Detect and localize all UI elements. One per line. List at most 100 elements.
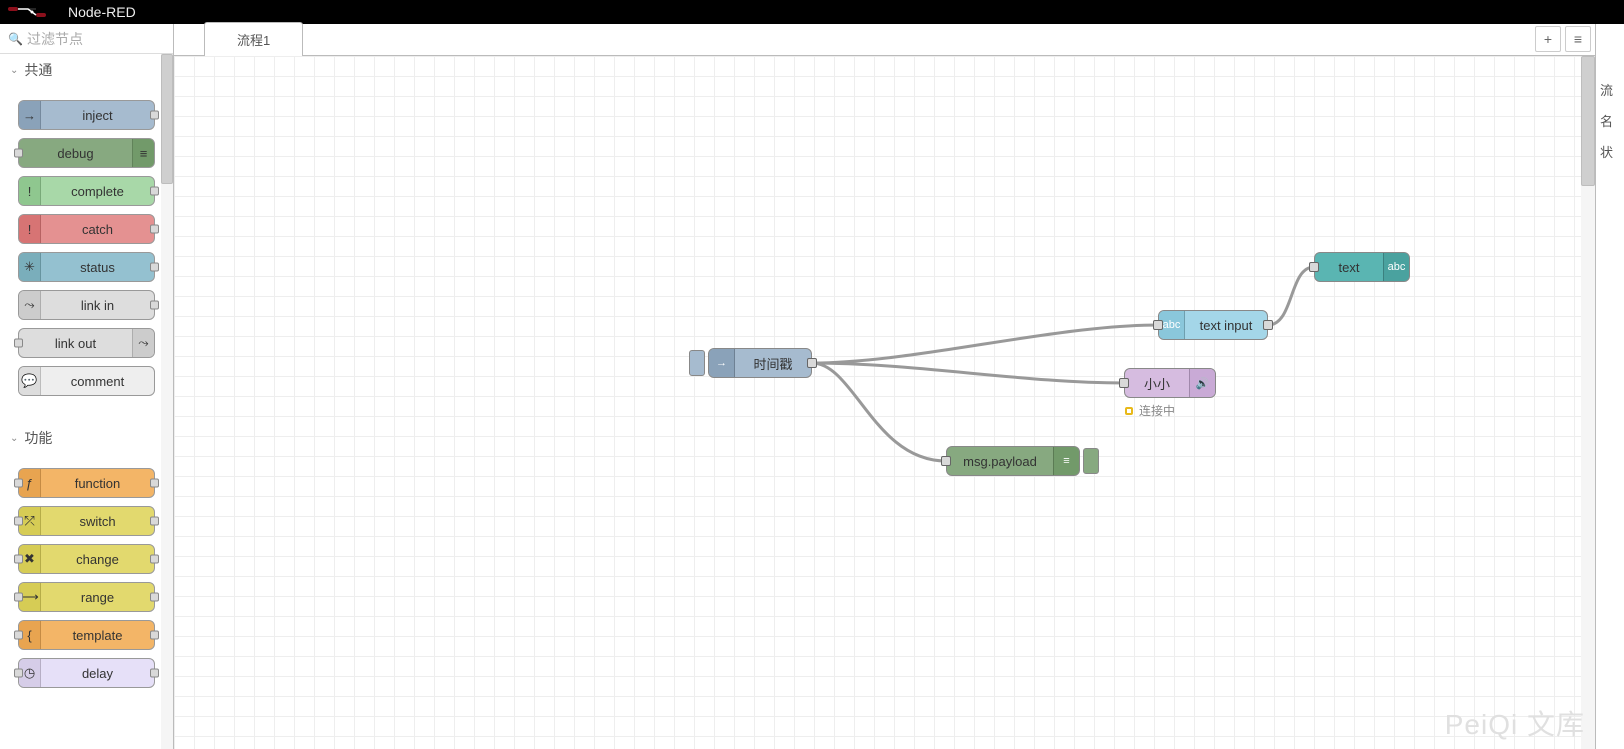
palette-node-status[interactable]: ✳status (18, 252, 155, 282)
palette-node-label: template (41, 628, 154, 643)
node-type-icon: → (19, 101, 41, 129)
status-text: 连接中 (1139, 402, 1175, 419)
palette-search: 🔍 (0, 24, 173, 54)
chevron-down-icon: ⌄ (10, 433, 18, 444)
info-row: 状 (1596, 136, 1624, 167)
node-type-icon: ✳ (19, 253, 41, 281)
node-output-port[interactable] (1263, 320, 1273, 330)
flow-node-label: 小小 (1125, 374, 1189, 393)
palette-node-debug[interactable]: debug≡ (18, 138, 155, 168)
node-port (150, 263, 159, 272)
node-type-icon: ≡ (132, 139, 154, 167)
node-port (14, 149, 23, 158)
palette-node-link-in[interactable]: ⤳link in (18, 290, 155, 320)
node-port (150, 669, 159, 678)
palette-category-header[interactable]: ⌄ 共通 (0, 54, 173, 86)
palette-node-inject[interactable]: →inject (18, 100, 155, 130)
canvas-grid (174, 56, 1595, 749)
info-sidebar: 流名状 (1596, 24, 1624, 749)
node-port (14, 593, 23, 602)
workspace: 流程1 + ≡ →时间戳abctext inputtextabc小小🔊连接中ms… (174, 24, 1596, 749)
category-label: 共通 (24, 60, 52, 80)
flow-node-audio[interactable]: 小小🔊连接中 (1124, 368, 1216, 398)
palette-node-label: catch (41, 222, 154, 237)
palette-node-label: comment (41, 374, 154, 389)
node-port (14, 339, 23, 348)
flow-node-label: msg.payload (947, 454, 1053, 469)
palette-node-template[interactable]: {template (18, 620, 155, 650)
tab-flow1[interactable]: 流程1 (204, 22, 303, 56)
node-input-port[interactable] (1153, 320, 1163, 330)
palette-node-label: switch (41, 514, 154, 529)
node-type-icon: ≡ (1053, 447, 1079, 475)
info-row: 名 (1596, 105, 1624, 136)
palette-node-switch[interactable]: ⤱switch (18, 506, 155, 536)
palette-node-label: debug (19, 146, 132, 161)
node-type-icon: ⤳ (132, 329, 154, 357)
node-port (14, 555, 23, 564)
app-title: Node-RED (68, 4, 136, 20)
node-input-port[interactable] (1119, 378, 1129, 388)
palette-node-label: complete (41, 184, 154, 199)
palette-node-label: range (41, 590, 154, 605)
inject-button[interactable] (689, 350, 705, 376)
node-output-port[interactable] (807, 358, 817, 368)
node-port (150, 555, 159, 564)
node-type-icon: ⤳ (19, 291, 41, 319)
search-icon: 🔍 (8, 32, 23, 46)
palette-sidebar: 🔍 ⌄共通→injectdebug≡!complete!catch✳status… (0, 24, 174, 749)
canvas-scrollbar-thumb[interactable] (1581, 56, 1595, 186)
palette-node-label: change (41, 552, 154, 567)
palette-node-link-out[interactable]: link out⤳ (18, 328, 155, 358)
logo-icon (8, 5, 56, 19)
node-type-icon: 🔊 (1189, 369, 1215, 397)
flow-node-textinput[interactable]: abctext input (1158, 310, 1268, 340)
node-port (14, 631, 23, 640)
canvas[interactable]: →时间戳abctext inputtextabc小小🔊连接中msg.payloa… (174, 56, 1595, 749)
search-input[interactable] (27, 31, 165, 47)
node-type-icon: ! (19, 177, 41, 205)
palette-node-label: link in (41, 298, 154, 313)
palette-node-label: delay (41, 666, 154, 681)
node-port (150, 593, 159, 602)
list-tabs-button[interactable]: ≡ (1565, 26, 1591, 52)
category-label: 功能 (24, 428, 52, 448)
node-port (150, 631, 159, 640)
flow-node-debug[interactable]: msg.payload≡ (946, 446, 1080, 476)
palette-node-label: link out (19, 336, 132, 351)
palette-scrollbar-thumb[interactable] (161, 54, 173, 184)
node-port (150, 187, 159, 196)
palette-node-delay[interactable]: ◷delay (18, 658, 155, 688)
info-row: 流 (1596, 74, 1624, 105)
node-port (150, 479, 159, 488)
app-header: Node-RED (0, 0, 1624, 24)
node-type-icon: abc (1383, 253, 1409, 281)
node-port (150, 517, 159, 526)
node-input-port[interactable] (1309, 262, 1319, 272)
palette-node-change[interactable]: ✖change (18, 544, 155, 574)
palette-node-complete[interactable]: !complete (18, 176, 155, 206)
palette-node-catch[interactable]: !catch (18, 214, 155, 244)
add-tab-button[interactable]: + (1535, 26, 1561, 52)
node-input-port[interactable] (941, 456, 951, 466)
node-port (150, 301, 159, 310)
node-port (150, 225, 159, 234)
palette-node-function[interactable]: ƒfunction (18, 468, 155, 498)
palette-node-range[interactable]: ⟶range (18, 582, 155, 612)
node-port (150, 111, 159, 120)
node-port (14, 669, 23, 678)
flow-node-inject[interactable]: →时间戳 (708, 348, 812, 378)
palette-node-comment[interactable]: 💬comment (18, 366, 155, 396)
chevron-down-icon: ⌄ (10, 65, 18, 76)
flow-node-text[interactable]: textabc (1314, 252, 1410, 282)
flow-node-label: text (1315, 260, 1383, 275)
node-port (14, 479, 23, 488)
node-port (14, 517, 23, 526)
flow-node-label: 时间戳 (735, 354, 811, 373)
node-type-icon: 💬 (19, 367, 41, 395)
debug-toggle-button[interactable] (1083, 448, 1099, 474)
palette-category-header[interactable]: ⌄ 功能 (0, 422, 173, 454)
flow-node-label: text input (1185, 318, 1267, 333)
tab-bar: 流程1 + ≡ (174, 24, 1595, 56)
status-indicator-icon (1125, 407, 1133, 415)
